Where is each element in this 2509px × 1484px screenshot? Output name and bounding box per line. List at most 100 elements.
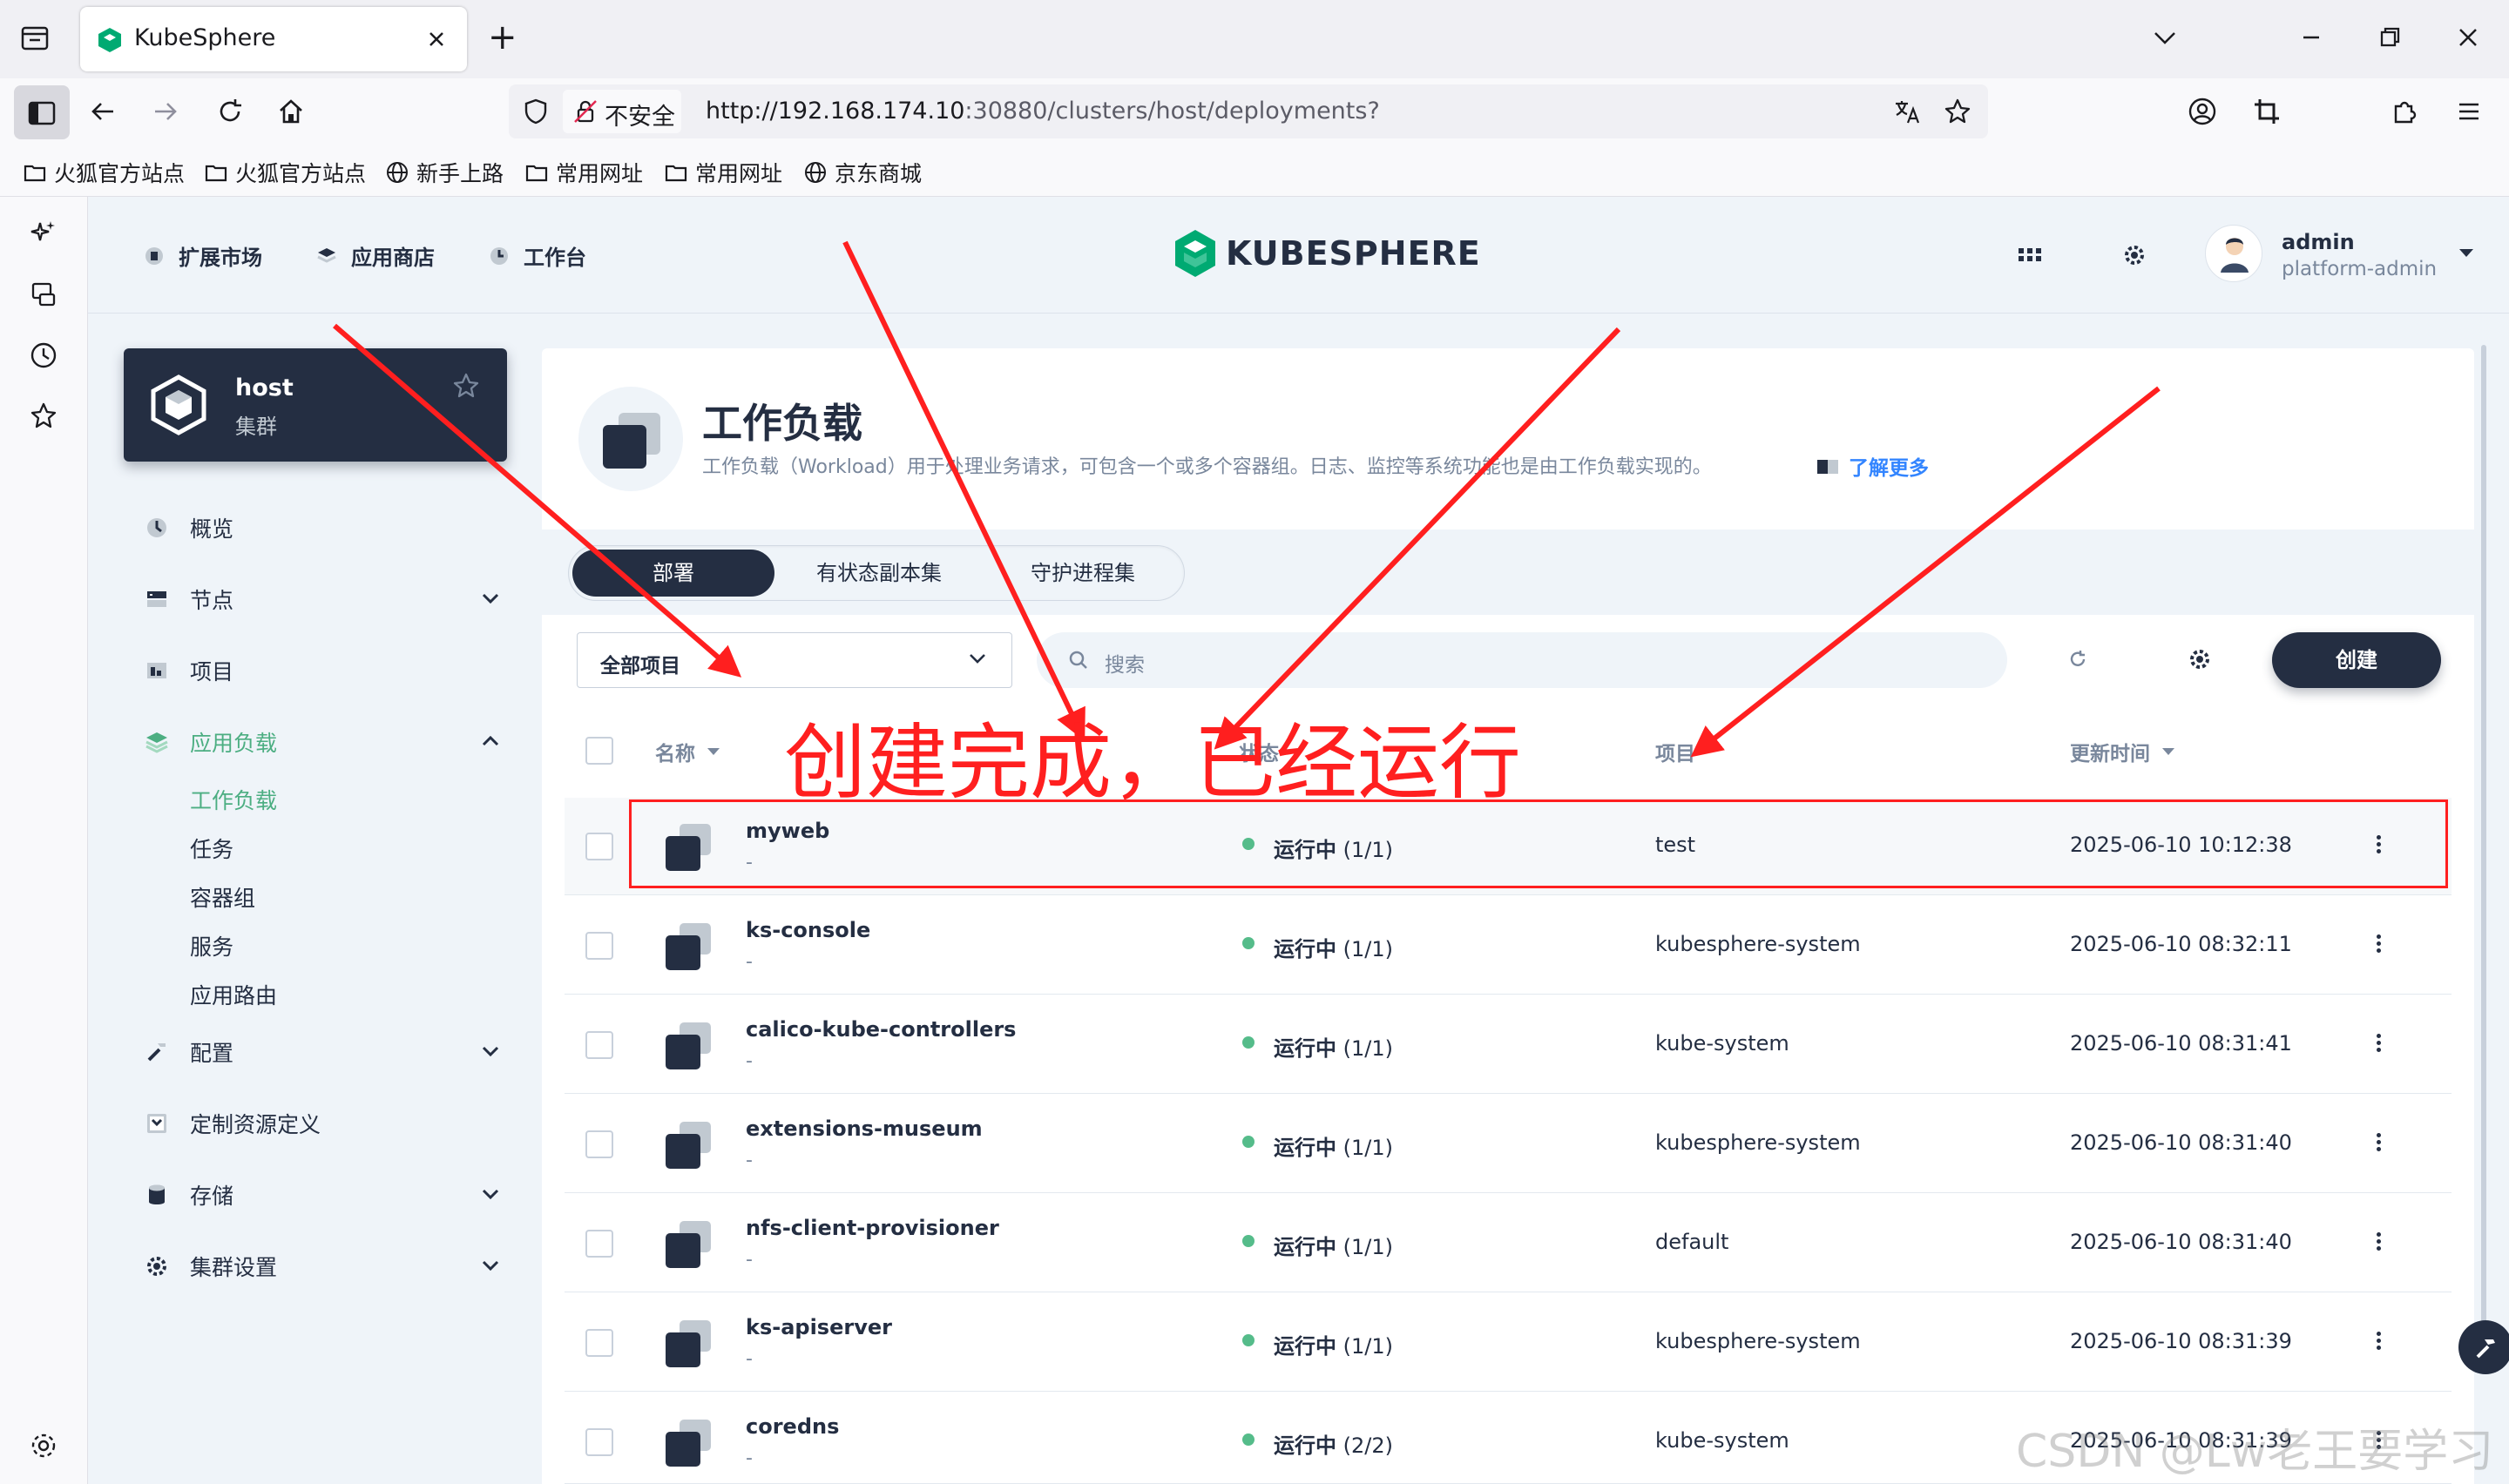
screenshot-icon[interactable]: [2251, 96, 2282, 127]
refresh-icon[interactable]: [2066, 648, 2089, 671]
home-icon[interactable]: [275, 96, 307, 127]
address-bar[interactable]: 不安全 http://192.168.174.10:30880/clusters…: [509, 84, 1988, 138]
chevron-down-icon[interactable]: [481, 592, 500, 604]
sidebar-item-nodes[interactable]: 节点: [145, 583, 233, 615]
table-row[interactable]: ks-console - 运行中 (1/1) kubesphere-system…: [565, 897, 2452, 995]
more-actions-icon[interactable]: [2377, 1329, 2385, 1352]
header-link-extensions[interactable]: 扩展市场: [144, 240, 262, 271]
submenu-ingresses[interactable]: 应用路由: [190, 979, 277, 1010]
url-text[interactable]: http://192.168.174.10:30880/clusters/hos…: [706, 98, 1380, 125]
workload-name[interactable]: ks-console: [746, 918, 870, 942]
submenu-jobs[interactable]: 任务: [190, 833, 233, 864]
row-checkbox[interactable]: [585, 932, 613, 960]
extensions-puzzle-icon[interactable]: [2389, 96, 2420, 127]
submenu-pods[interactable]: 容器组: [190, 881, 255, 913]
minimize-icon[interactable]: [2296, 23, 2326, 52]
row-checkbox[interactable]: [585, 1031, 613, 1059]
restore-icon[interactable]: [2375, 23, 2404, 52]
row-checkbox[interactable]: [585, 1230, 613, 1258]
workload-name[interactable]: calico-kube-controllers: [746, 1017, 1016, 1042]
column-header-updated[interactable]: 更新时间: [2070, 737, 2176, 766]
column-header-name[interactable]: 名称: [655, 737, 721, 766]
bookmark-item[interactable]: 常用网址: [664, 159, 782, 186]
more-actions-icon[interactable]: [2377, 1230, 2385, 1253]
row-checkbox[interactable]: [585, 1130, 613, 1158]
user-menu-caret-icon[interactable]: [2458, 247, 2475, 260]
account-icon[interactable]: [2187, 96, 2218, 127]
more-actions-icon[interactable]: [2377, 1130, 2385, 1154]
sidebar-item-projects[interactable]: 项目: [145, 655, 233, 686]
sidebar-item-app-workloads[interactable]: 应用负载: [145, 726, 277, 758]
chevron-up-icon[interactable]: [481, 735, 500, 747]
table-row[interactable]: nfs-client-provisioner - 运行中 (1/1) defau…: [565, 1195, 2452, 1292]
header-link-workbench[interactable]: 工作台: [489, 240, 586, 271]
new-tab-button[interactable]: +: [488, 17, 517, 57]
more-actions-icon[interactable]: [2377, 932, 2385, 955]
row-checkbox[interactable]: [585, 1428, 613, 1456]
tab-statefulsets[interactable]: 有状态副本集: [778, 550, 980, 597]
chevron-down-icon[interactable]: [481, 1045, 500, 1057]
bookmarks-star-icon[interactable]: [28, 401, 59, 432]
avatar[interactable]: [2205, 225, 2262, 282]
bookmark-item[interactable]: 火狐官方站点: [204, 159, 366, 186]
bookmark-item[interactable]: 新手上路: [385, 159, 504, 186]
search-input[interactable]: 搜索: [1037, 632, 2007, 688]
bookmark-star-icon[interactable]: [1943, 97, 1972, 126]
help-tool-button[interactable]: [2458, 1320, 2509, 1374]
workload-name[interactable]: extensions-museum: [746, 1116, 983, 1141]
sidebar-item-crds[interactable]: 定制资源定义: [145, 1108, 321, 1139]
sidebar-item-cluster-settings[interactable]: 集群设置: [145, 1251, 277, 1282]
select-all-checkbox[interactable]: [585, 737, 613, 765]
apps-grid-icon[interactable]: [2019, 246, 2041, 265]
menu-hamburger-icon[interactable]: [2453, 96, 2485, 127]
submenu-services[interactable]: 服务: [190, 930, 233, 961]
synced-tabs-icon[interactable]: [28, 279, 59, 310]
close-window-icon[interactable]: [2453, 23, 2483, 52]
list-settings-gear-icon[interactable]: [2187, 646, 2213, 672]
shield-icon[interactable]: [521, 97, 551, 126]
kubesphere-logo[interactable]: KUBESPHERE: [1173, 228, 1481, 279]
create-button[interactable]: 创建: [2272, 632, 2441, 688]
sidebar-toggle-button[interactable]: [14, 85, 70, 139]
ai-chatbot-icon[interactable]: [28, 218, 59, 249]
header-link-app-store[interactable]: 应用商店: [316, 240, 435, 271]
favorite-star-icon[interactable]: [451, 371, 481, 401]
reload-icon[interactable]: [214, 96, 246, 127]
sidebar-item-storage[interactable]: 存储: [145, 1179, 233, 1211]
close-tab-icon[interactable]: [423, 26, 450, 52]
workload-name[interactable]: coredns: [746, 1414, 839, 1439]
table-row[interactable]: calico-kube-controllers - 运行中 (1/1) kube…: [565, 996, 2452, 1094]
table-row[interactable]: ks-apiserver - 运行中 (1/1) kubesphere-syst…: [565, 1294, 2452, 1392]
security-info-button[interactable]: 不安全: [563, 90, 681, 133]
platform-settings-gear-icon[interactable]: [2121, 242, 2147, 268]
workload-name[interactable]: ks-apiserver: [746, 1315, 892, 1339]
workload-name[interactable]: nfs-client-provisioner: [746, 1216, 999, 1240]
learn-more-link[interactable]: 了解更多: [1816, 451, 1929, 481]
row-checkbox[interactable]: [585, 1329, 613, 1357]
table-row[interactable]: extensions-museum - 运行中 (1/1) kubesphere…: [565, 1096, 2452, 1193]
more-actions-icon[interactable]: [2377, 1031, 2385, 1055]
project-select[interactable]: 全部项目: [577, 632, 1012, 688]
tab-deployments[interactable]: 部署: [572, 550, 774, 597]
browser-tab[interactable]: KubeSphere: [80, 7, 467, 71]
translate-icon[interactable]: [1892, 97, 1922, 126]
browser-sidebar: [0, 197, 88, 1484]
sidebar-item-configuration[interactable]: 配置: [145, 1036, 233, 1068]
tab-overview-icon[interactable]: [19, 23, 51, 54]
chevron-down-icon[interactable]: [481, 1259, 500, 1272]
bookmark-item[interactable]: 京东商城: [803, 159, 922, 186]
submenu-workloads[interactable]: 工作负载: [190, 784, 277, 815]
tab-daemonsets[interactable]: 守护进程集: [982, 550, 1184, 597]
cluster-card[interactable]: host 集群: [124, 348, 507, 462]
row-checkbox[interactable]: [585, 833, 613, 860]
customize-sidebar-gear-icon[interactable]: [28, 1430, 59, 1461]
bookmark-item[interactable]: 火狐官方站点: [23, 159, 185, 186]
back-icon[interactable]: [87, 96, 118, 127]
bookmark-item[interactable]: 常用网址: [524, 159, 643, 186]
history-icon[interactable]: [28, 340, 59, 371]
forward-icon[interactable]: [150, 96, 181, 127]
chevron-down-icon[interactable]: [481, 1188, 500, 1200]
page-scrollbar[interactable]: [2481, 345, 2486, 1373]
sidebar-item-overview[interactable]: 概览: [145, 512, 233, 543]
list-tabs-icon[interactable]: [2150, 23, 2180, 52]
